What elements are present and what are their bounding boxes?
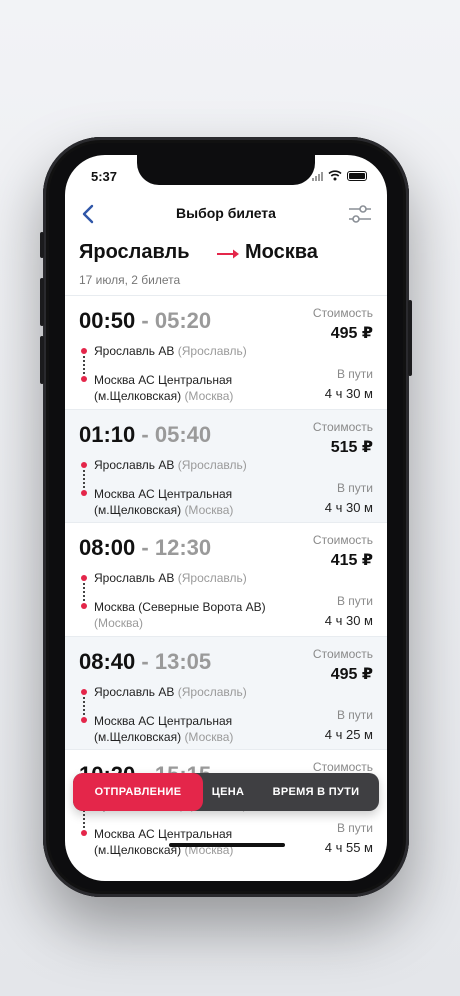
trip-times: 01:10 - 05:40 — [79, 422, 211, 448]
destination-station: Москва (Северные Ворота АВ) (Москва) — [94, 599, 294, 631]
wifi-icon — [328, 170, 342, 181]
duration-value: 4 ч 30 м — [324, 499, 373, 515]
duration-label: В пути — [336, 707, 373, 722]
origin-city: (Ярославль) — [177, 571, 247, 585]
origin-station-name: Ярославль АВ — [94, 571, 175, 585]
price-label: Стоимость — [312, 760, 373, 774]
duration-value: 4 ч 55 м — [324, 840, 373, 855]
price-value: 515 ₽ — [330, 438, 373, 456]
time-separator: - — [141, 421, 149, 447]
origin-station: Ярославль АВ (Ярославль) — [94, 458, 247, 472]
trip-times: 08:00 - 12:30 — [79, 535, 211, 561]
notch — [137, 155, 315, 185]
price-label: Стоимость — [312, 419, 373, 434]
sort-tab-departure[interactable]: ОТПРАВЛЕНИЕ — [73, 773, 203, 811]
route-dots-icon — [81, 348, 87, 382]
departure-time: 08:40 — [79, 648, 136, 674]
time-separator: - — [141, 308, 149, 333]
phone-side-button — [40, 232, 44, 258]
arrival-time: 12:30 — [154, 535, 212, 560]
destination-station-name: Москва (Северные Ворота АВ) — [94, 600, 266, 614]
price-label: Стоимость — [312, 533, 373, 547]
route-arrow-icon — [217, 249, 239, 259]
page-title: Выбор билета — [176, 205, 276, 221]
status-time: 5:37 — [91, 169, 118, 184]
origin-station-name: Ярославль АВ — [94, 684, 175, 699]
price-label: Стоимость — [312, 306, 373, 320]
battery-icon — [347, 170, 367, 181]
route-to-city: Москва — [245, 241, 318, 263]
phone-power-button — [408, 300, 412, 376]
sort-tab-duration[interactable]: ВРЕМЯ В ПУТИ — [253, 773, 379, 811]
departure-time: 01:10 — [79, 421, 136, 447]
trip-row[interactable]: 00:50 - 05:20 Ярославль АВ (Ярославль) Мос… — [65, 295, 387, 409]
route-from-city: Ярославль — [79, 241, 190, 263]
departure-time: 08:00 — [79, 535, 136, 560]
phone-volume-up-button — [40, 278, 44, 326]
price-label: Стоимость — [312, 646, 373, 661]
status-icons — [312, 170, 367, 181]
origin-station: Ярославль АВ (Ярославль) — [94, 685, 247, 699]
arrival-time: 13:05 — [154, 648, 212, 674]
filter-sliders-icon[interactable] — [347, 203, 373, 225]
duration-label: В пути — [336, 594, 373, 608]
origin-city: (Ярославль) — [177, 457, 247, 472]
duration-label: В пути — [336, 367, 373, 381]
route-heading: Ярославль Москва — [79, 241, 379, 269]
trip-row[interactable]: 08:40 - 13:05 Ярославль АВ (Ярославль) Мос… — [65, 635, 387, 749]
trip-times: 08:40 - 13:05 — [79, 649, 211, 675]
sort-tab-price[interactable]: ЦЕНА — [203, 773, 253, 811]
duration-label: В пути — [336, 480, 373, 495]
app-screen: 5:37 Выбор билета Ярославль Москва 17 ию… — [65, 155, 387, 881]
route-subtitle: 17 июля, 2 билета — [79, 273, 181, 287]
duration-value: 4 ч 25 м — [324, 726, 373, 742]
duration-value: 4 ч 30 м — [324, 613, 373, 628]
destination-station: Москва АС Центральная (м.Щелковская) (Мо… — [94, 372, 294, 404]
destination-city: (Москва) — [184, 389, 234, 403]
time-separator: - — [141, 648, 149, 674]
destination-city: (Москва) — [94, 616, 143, 630]
origin-station: Ярославль АВ (Ярославль) — [94, 344, 247, 358]
duration-value: 4 ч 30 м — [324, 386, 373, 401]
departure-time: 00:50 — [79, 308, 136, 333]
price-value: 495 ₽ — [330, 325, 373, 342]
origin-station-name: Ярославль АВ — [94, 344, 175, 358]
trip-row[interactable]: 01:10 - 05:40 Ярославль АВ (Ярославль) Мос… — [65, 408, 387, 522]
arrival-time: 05:20 — [154, 308, 212, 333]
trip-times: 00:50 - 05:20 — [79, 308, 211, 334]
arrival-time: 05:40 — [154, 421, 212, 447]
phone-volume-down-button — [40, 336, 44, 384]
price-value: 415 ₽ — [330, 552, 373, 569]
price-value: 495 ₽ — [330, 665, 373, 683]
origin-station-name: Ярославль АВ — [94, 457, 175, 472]
destination-station: Москва АС Центральная (м.Щелковская) (Мо… — [94, 486, 294, 518]
time-separator: - — [141, 535, 149, 560]
trip-row[interactable]: 08:00 - 12:30 Ярославль АВ (Ярославль) Мос… — [65, 522, 387, 636]
header: Выбор билета — [65, 199, 387, 229]
home-indicator — [169, 843, 285, 847]
destination-station: Москва АС Центральная (м.Щелковская) (Мо… — [94, 713, 294, 745]
route-dots-icon — [81, 575, 87, 609]
route-dots-icon — [81, 461, 87, 496]
destination-city: (Москва) — [184, 729, 234, 744]
signal-icon — [312, 171, 323, 181]
sort-bar: ОТПРАВЛЕНИЕ ЦЕНА ВРЕМЯ В ПУТИ — [73, 773, 379, 811]
destination-city: (Москва) — [184, 502, 234, 517]
origin-city: (Ярославль) — [177, 344, 247, 358]
duration-label: В пути — [336, 821, 373, 835]
destination-station: Москва АС Центральная (м.Щелковская) (Мо… — [94, 826, 294, 858]
origin-station: Ярославль АВ (Ярославль) — [94, 571, 247, 585]
origin-city: (Ярославль) — [177, 684, 247, 699]
route-dots-icon — [81, 688, 87, 723]
